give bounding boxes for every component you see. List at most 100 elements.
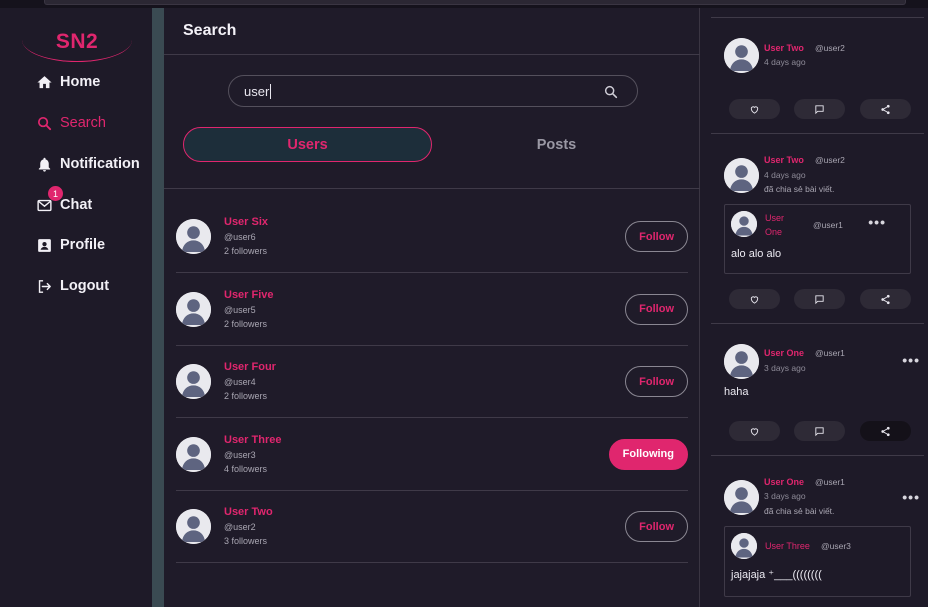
tabs-divider: [164, 188, 700, 189]
user-handle: @user4: [224, 377, 256, 387]
user-name[interactable]: User Six: [224, 216, 268, 228]
nav-item-label: Notification: [60, 156, 140, 172]
more-options-icon[interactable]: •••: [902, 489, 920, 505]
shared-post[interactable]: User Three @user3 jajajaja ⁺___((((((((: [724, 526, 911, 597]
follow-button[interactable]: Follow: [625, 366, 688, 397]
bell-icon: [38, 157, 51, 172]
post-author[interactable]: User Two: [764, 43, 804, 53]
avatar[interactable]: [731, 533, 757, 559]
profile-card-icon: [38, 238, 51, 252]
nav-item-search[interactable]: Search: [36, 112, 106, 134]
shared-author[interactable]: User: [765, 213, 784, 223]
following-button[interactable]: Following: [608, 438, 688, 470]
comment-icon: [815, 426, 824, 436]
user-handle: @user2: [224, 522, 256, 532]
search-icon[interactable]: [603, 84, 619, 100]
follow-button[interactable]: Follow: [625, 511, 688, 542]
tab-users[interactable]: Users: [183, 127, 432, 162]
post-handle: @user1: [815, 477, 845, 487]
address-bar[interactable]: [44, 0, 906, 5]
post-time: 3 days ago: [764, 363, 806, 373]
user-follower-count: 2 followers: [224, 246, 268, 256]
avatar[interactable]: [176, 291, 211, 327]
share-note: đã chia sẻ bài viết.: [764, 184, 835, 194]
avatar[interactable]: [724, 480, 759, 515]
chat-unread-badge: 1: [48, 186, 63, 201]
avatar[interactable]: [176, 364, 211, 399]
browser-top-strip: [0, 0, 928, 8]
user-follower-count: 3 followers: [224, 536, 268, 546]
comment-button[interactable]: [794, 99, 845, 119]
like-button[interactable]: [729, 289, 780, 309]
user-result-row[interactable]: User Five @user5 2 followers Follow: [176, 274, 688, 346]
avatar[interactable]: [724, 344, 759, 379]
follow-button[interactable]: Follow: [625, 221, 688, 252]
user-name[interactable]: User Five: [224, 289, 274, 301]
shared-author[interactable]: User Three: [765, 541, 810, 551]
post-actions: [729, 99, 911, 119]
user-result-row[interactable]: User Two @user2 3 followers Follow: [176, 491, 688, 563]
feed-post: User One @user1 3 days ago ••• đã chia s…: [711, 456, 924, 607]
post-author[interactable]: User One: [764, 477, 804, 487]
share-button[interactable]: [860, 99, 911, 119]
tab-posts[interactable]: Posts: [432, 127, 681, 162]
nav-item-logout[interactable]: Logout: [36, 275, 109, 297]
post-author[interactable]: User Two: [764, 155, 804, 165]
avatar[interactable]: [176, 509, 211, 544]
search-icon: [37, 116, 52, 130]
avatar[interactable]: [724, 38, 759, 73]
avatar[interactable]: [176, 219, 211, 254]
search-box[interactable]: [228, 75, 638, 107]
user-result-row[interactable]: User Four @user4 2 followers Follow: [176, 346, 688, 418]
comment-button[interactable]: [794, 421, 845, 441]
user-name[interactable]: User Three: [224, 434, 281, 446]
search-input[interactable]: [244, 76, 584, 106]
follow-button[interactable]: Follow: [625, 293, 688, 325]
nav-item-notification[interactable]: Notification: [36, 153, 140, 175]
sidebar-nav: SN2 Home Search Notification 1 Chat Prof…: [0, 8, 152, 607]
shared-text: alo alo alo: [731, 248, 782, 260]
user-handle: @user3: [224, 449, 256, 460]
like-button[interactable]: [729, 99, 780, 119]
post-text: haha: [724, 386, 749, 398]
post-time: 3 days ago: [764, 491, 806, 501]
post-author[interactable]: User One: [764, 348, 804, 358]
sidebar-divider[interactable]: [152, 8, 164, 607]
feed-post: User Two @user2 4 days ago đã chia sẻ bà…: [711, 134, 924, 324]
heart-icon: [750, 427, 759, 436]
nav-item-label: Logout: [60, 278, 110, 294]
user-result-row[interactable]: User Six @user6 2 followers Follow: [176, 201, 688, 273]
user-name[interactable]: User Two: [224, 506, 273, 518]
share-icon: [881, 294, 890, 304]
user-follower-count: 2 followers: [224, 318, 268, 329]
post-handle: @user2: [815, 155, 845, 165]
nav-item-home[interactable]: Home: [36, 71, 100, 93]
share-icon: [881, 426, 890, 436]
app-logo[interactable]: SN2: [22, 16, 132, 62]
share-button[interactable]: [860, 421, 911, 441]
shared-post[interactable]: User One @user1 ••• alo alo alo: [724, 204, 911, 274]
avatar[interactable]: [724, 158, 759, 193]
more-options-icon[interactable]: •••: [902, 352, 920, 368]
user-name[interactable]: User Four: [224, 361, 276, 373]
share-note: đã chia sẻ bài viết.: [764, 506, 835, 516]
nav-item-label: Profile: [60, 237, 106, 253]
user-result-row[interactable]: User Three @user3 4 followers Following: [176, 419, 688, 491]
share-button[interactable]: [860, 289, 911, 309]
share-icon: [881, 104, 890, 114]
nav-item-profile[interactable]: Profile: [36, 234, 105, 256]
shared-author-line2[interactable]: One: [765, 227, 782, 237]
more-options-icon[interactable]: •••: [868, 214, 886, 230]
avatar[interactable]: [731, 211, 757, 237]
like-button[interactable]: [729, 421, 780, 441]
nav-item-chat[interactable]: 1 Chat: [36, 186, 93, 216]
logout-icon: [38, 279, 51, 293]
post-time: 4 days ago: [764, 170, 806, 180]
heart-icon: [750, 105, 759, 114]
comment-button[interactable]: [794, 289, 845, 309]
nav-item-label: Chat: [60, 197, 93, 213]
post-time: 4 days ago: [764, 57, 806, 67]
user-follower-count: 2 followers: [224, 391, 268, 401]
avatar[interactable]: [176, 436, 211, 472]
shared-text: jajajaja ⁺___((((((((: [731, 569, 822, 581]
